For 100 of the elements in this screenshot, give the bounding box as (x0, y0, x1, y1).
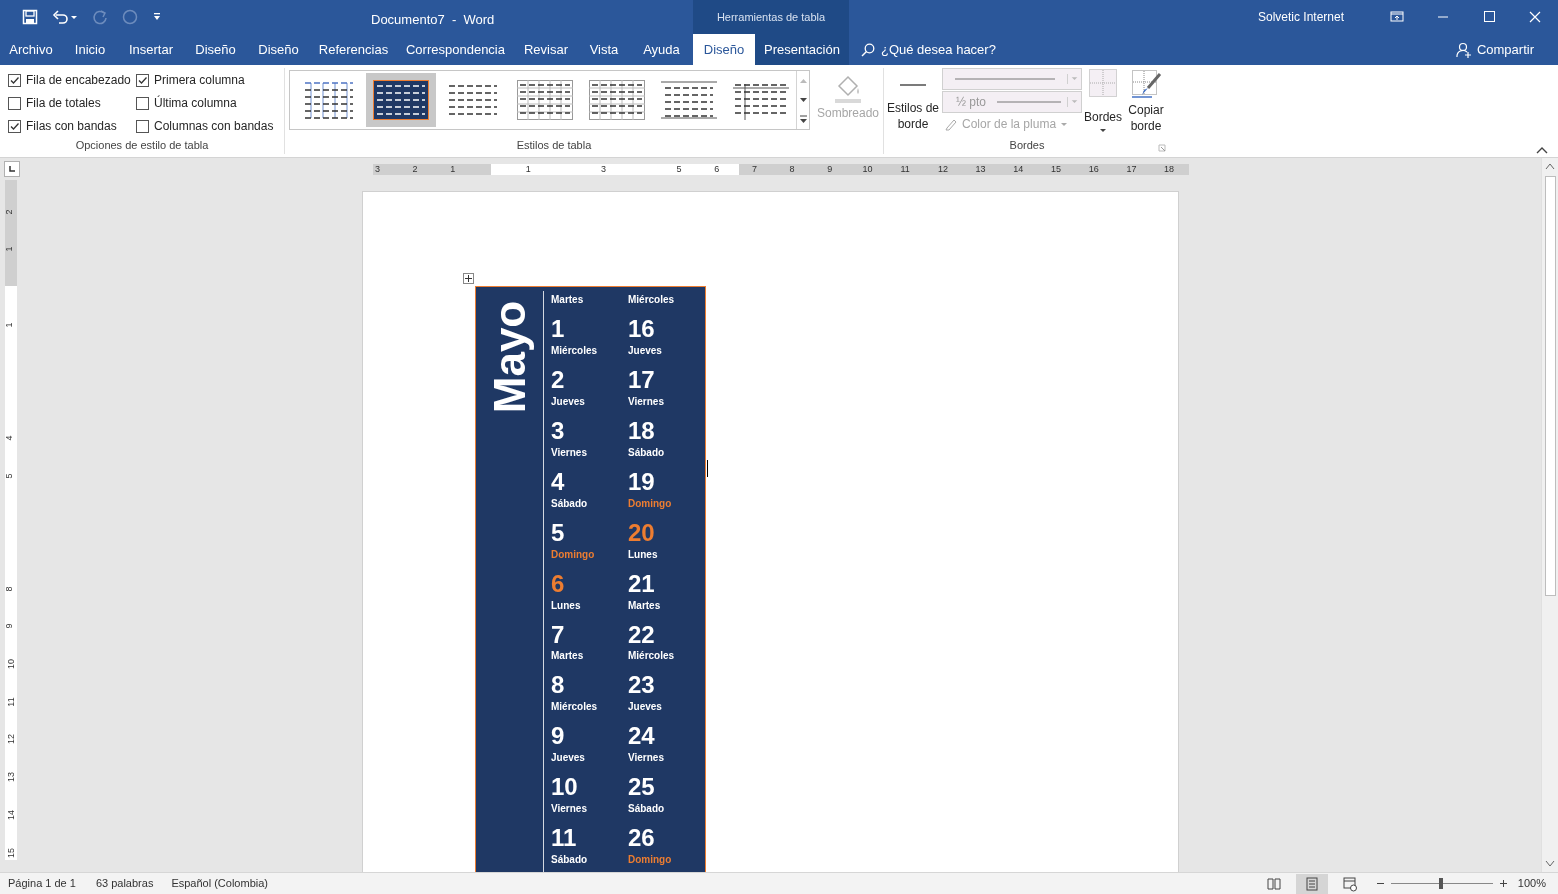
ribbon-tab[interactable]: Archivo (0, 34, 62, 65)
table-style-drawing (589, 80, 645, 120)
day-number: 18 (628, 417, 656, 444)
ruler-number: 1 (3, 246, 14, 252)
read-view-icon (1265, 875, 1282, 892)
day-name: Viernes (628, 395, 665, 408)
horizontal-ruler[interactable]: 3 2 1 1 3 5 6 7 8 9 10 11 12 13 14 15 16 17 18 (372, 163, 1189, 175)
checkbox[interactable] (8, 73, 21, 87)
day-name: Viernes (551, 803, 588, 816)
checkbox-label: Filas con bandas (26, 118, 117, 135)
day-number: 21 (628, 570, 656, 597)
ruler-number: 1 (450, 163, 456, 175)
checkbox[interactable] (136, 73, 149, 87)
day-name: Sábado (551, 497, 589, 510)
table-move-handle-icon[interactable] (463, 273, 474, 284)
day-name: Sábado (628, 446, 666, 459)
customize-icon[interactable] (152, 12, 162, 22)
day-name: Jueves (551, 752, 586, 765)
ribbon-tab[interactable]: Ayuda (630, 34, 693, 65)
ruler-number: 1 (3, 322, 14, 328)
search-field[interactable]: ¿Qué desea hacer? (861, 34, 996, 65)
day-name: Jueves (628, 344, 663, 357)
ribbon-tab[interactable]: Referencias (310, 34, 397, 65)
day-name: Martes (551, 294, 585, 306)
ribbon-tab[interactable]: Diseño (693, 34, 755, 65)
ruler-number: 4 (3, 435, 14, 441)
day-name: Sábado (628, 803, 666, 816)
day-number: 9 (551, 723, 566, 750)
day-number: 10 (551, 774, 579, 801)
day-number: 3 (551, 417, 566, 444)
day-number: 7 (551, 621, 566, 648)
checkbox[interactable] (136, 96, 149, 110)
day-name: Lunes (551, 599, 582, 612)
day-number: 24 (628, 723, 656, 750)
ribbon-tab[interactable]: Vista (578, 34, 630, 65)
ruler-number: 10 (6, 659, 16, 669)
ribbon-tab[interactable]: Correspondencia (397, 34, 514, 65)
checkbox-label: Fila de totales (26, 95, 101, 112)
scrollbar[interactable] (1541, 158, 1558, 872)
ruler-number: 16 (1088, 163, 1099, 175)
ruler-number: 10 (862, 163, 873, 175)
day-number: 8 (551, 672, 566, 699)
word-count[interactable]: 63 palabras (95, 875, 154, 892)
caret-icon (1099, 126, 1107, 134)
share-button[interactable]: Compartir (1455, 34, 1534, 65)
undo-icon[interactable] (52, 9, 78, 25)
ruler-number: 5 (3, 473, 14, 478)
group-label: Estilos de tabla (515, 137, 593, 153)
border-painter-icon (1130, 68, 1162, 100)
day-name: Sábado (551, 854, 589, 867)
ruler-number: 14 (1013, 163, 1024, 175)
pen-icon (944, 117, 958, 131)
tab-selector[interactable] (4, 161, 20, 177)
ribbon-tab[interactable]: Diseño (184, 34, 247, 65)
ruler-number: 2 (3, 209, 14, 215)
language[interactable]: Español (Colombia) (171, 875, 268, 892)
ribbon-tab[interactable]: Revisar (514, 34, 578, 65)
day-number: 11 (551, 825, 578, 852)
zoom-in-icon[interactable] (1498, 879, 1508, 888)
checkbox[interactable] (8, 119, 21, 133)
day-number: 2 (551, 366, 566, 393)
ruler-number: 15 (6, 847, 16, 858)
ribbon-tab[interactable]: Inicio (62, 34, 118, 65)
person-add-icon (1455, 41, 1472, 58)
collapse-ribbon-icon[interactable] (1536, 146, 1548, 154)
page-count[interactable]: Página 1 de 1 (8, 875, 76, 892)
scrollbar-thumb[interactable] (1544, 176, 1556, 596)
close-icon[interactable] (1528, 10, 1542, 24)
vertical-ruler[interactable]: 2 1 1 4 5 8 9 10 11 12 13 14 15 (5, 180, 17, 860)
ruler-number: 8 (3, 586, 14, 592)
day-number: 1 (551, 316, 566, 342)
table-style-drawing (517, 80, 573, 120)
save-icon[interactable] (22, 9, 38, 25)
window-title: Documento7 - Word (371, 11, 495, 29)
day-number: 4 (551, 468, 566, 495)
day-name: Domingo (628, 854, 673, 867)
checkbox-label: Fila de encabezado (26, 72, 131, 89)
border-styles-button[interactable]: Estilos de borde (886, 68, 940, 134)
checkbox-label: Primera columna (154, 72, 245, 89)
checkbox[interactable] (8, 96, 21, 110)
day-number: 20 (628, 519, 656, 546)
search-icon (861, 42, 875, 57)
checkbox[interactable] (136, 119, 149, 133)
ruler-number: 12 (937, 163, 948, 175)
borders-icon (1088, 68, 1118, 98)
copy-border-button[interactable]: Copiar borde (1124, 68, 1168, 134)
ribbon-tab[interactable]: Diseño (247, 34, 310, 65)
ruler-number: 11 (5, 697, 16, 707)
ribbon-tab[interactable]: Insertar (118, 34, 184, 65)
ribbon-display-icon[interactable] (1390, 10, 1404, 24)
day-name: Martes (551, 650, 585, 663)
dialog-launcher-icon[interactable] (1158, 144, 1166, 152)
day-name: Martes (628, 599, 662, 612)
maximize-icon[interactable] (1482, 10, 1496, 24)
ribbon-tab[interactable]: Presentación (755, 34, 849, 65)
view-button[interactable] (1295, 873, 1328, 894)
table-style-option[interactable] (366, 73, 436, 127)
zoom-level[interactable]: 100% (1517, 875, 1546, 892)
zoom-slider-thumb[interactable] (1438, 878, 1443, 889)
borders-button[interactable]: Bordes (1084, 68, 1122, 134)
